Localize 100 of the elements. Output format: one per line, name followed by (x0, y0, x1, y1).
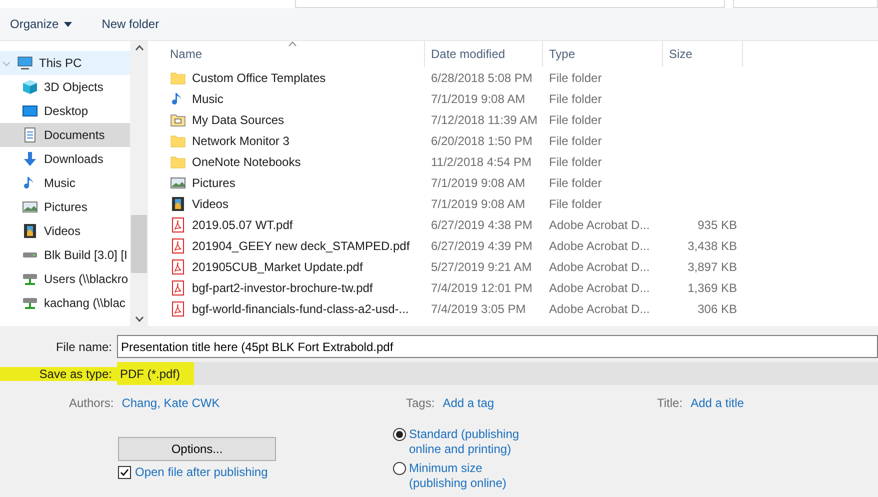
scrollbar[interactable] (130, 41, 148, 326)
type-cell-text: File folder (548, 134, 603, 148)
nav-item[interactable]: Blk Build [3.0] [I (0, 243, 130, 267)
field-label: File name: (54, 340, 113, 354)
network-drive-icon (22, 295, 38, 311)
film-icon (22, 223, 38, 239)
file-name-cell[interactable]: Pictures (160, 174, 425, 190)
meta-link[interactable]: Chang, Kate CWK (122, 396, 220, 410)
pdf-icon (170, 300, 186, 316)
computer-icon (17, 55, 33, 71)
type-cell-text: Adobe Acrobat D... (548, 280, 651, 294)
optimize-radio[interactable]: Standard (publishing online and printing) (393, 427, 520, 457)
pdf-icon (170, 238, 186, 254)
nav-item[interactable]: 3D Objects (0, 75, 130, 99)
folder-icon (170, 112, 186, 128)
nav-item[interactable]: Documents (0, 123, 130, 147)
chevron-up-icon[interactable] (134, 45, 144, 51)
cube-icon (22, 79, 38, 95)
file-name-cell[interactable]: OneNote Notebooks (160, 154, 425, 170)
date-cell-text: 7/12/2018 11:39 AM (430, 112, 539, 126)
date-cell-text: 6/27/2019 4:38 PM (430, 218, 534, 232)
nav-item[interactable]: Videos (0, 219, 130, 243)
file-name-cell[interactable]: 201904_GEEY new deck_STAMPED.pdf (160, 238, 425, 254)
caret-icon (64, 22, 72, 26)
folder-icon (170, 154, 186, 170)
folder-icon (170, 70, 186, 86)
file-name: Music (192, 92, 224, 106)
type-cell-text: Adobe Acrobat D... (548, 260, 651, 274)
picture-icon (22, 199, 38, 215)
file-name-cell[interactable]: Videos (160, 196, 425, 212)
pdf-icon (170, 280, 186, 296)
date-cell-text: 7/1/2019 9:08 AM (430, 196, 526, 210)
nav-item[interactable]: Pictures (0, 195, 130, 219)
type-cell-text: File folder (548, 70, 603, 84)
file-name: 201904_GEEY new deck_STAMPED.pdf (192, 238, 410, 252)
file-name: Network Monitor 3 (192, 134, 290, 148)
meta-label: Title: (657, 396, 683, 410)
save-as-type-dropdown[interactable]: PDF (*.pdf) (117, 362, 878, 385)
file-name-cell[interactable]: Custom Office Templates (160, 70, 425, 86)
column-header[interactable]: Size (663, 41, 743, 67)
date-cell-text: 5/27/2019 9:21 AM (430, 260, 533, 274)
date-cell-text: 6/28/2018 5:08 PM (430, 70, 534, 84)
date-cell-text: 7/1/2019 9:08 AM (430, 92, 526, 106)
column-header[interactable]: Date modified (425, 41, 543, 67)
organize-button[interactable]: Organize (10, 15, 72, 33)
meta-link[interactable]: Add a title (690, 396, 744, 410)
column-header[interactable]: Type (543, 41, 663, 67)
film-icon (170, 196, 186, 212)
size-cell-text: 3,438 KB (686, 238, 738, 252)
file-name: Videos (192, 196, 228, 210)
type-cell-text: File folder (548, 176, 603, 190)
file-name-cell[interactable]: 2019.05.07 WT.pdf (160, 216, 425, 232)
file-name-field[interactable]: Presentation title here (45pt BLK Fort Extrabold.pdf (117, 335, 878, 358)
date-cell-text: 7/4/2019 3:05 PM (430, 302, 527, 316)
checkmark-icon (120, 468, 129, 476)
pdf-icon (170, 216, 186, 232)
nav-item[interactable]: Desktop (0, 99, 130, 123)
meta-label: Tags: (406, 396, 435, 410)
nav-item[interactable]: kachang (\\blac (0, 291, 130, 315)
type-cell-text: File folder (548, 92, 603, 106)
chevron-down-icon[interactable] (134, 316, 144, 322)
date-cell-text: 6/20/2018 1:50 PM (430, 134, 534, 148)
file-name: Custom Office Templates (192, 70, 326, 84)
radio-button[interactable] (393, 428, 406, 441)
file-name: Pictures (192, 176, 236, 190)
field-label: Save as type: (0, 366, 117, 380)
meta-link[interactable]: Add a tag (442, 396, 494, 410)
size-cell-text: 3,897 KB (686, 260, 738, 274)
nav-item[interactable]: Music (0, 171, 130, 195)
date-cell-text: 11/2/2018 4:54 PM (430, 154, 533, 168)
download-icon (22, 151, 38, 167)
checkbox[interactable] (118, 466, 131, 478)
file-name-cell[interactable]: 201905CUB_Market Update.pdf (160, 258, 425, 274)
open-after-checkbox[interactable]: Open file after publishing (118, 465, 276, 479)
optimize-radio[interactable]: Minimum size (publishing online) (393, 461, 520, 491)
file-name-cell[interactable]: Network Monitor 3 (160, 132, 425, 148)
document-icon (22, 127, 38, 143)
nav-item[interactable]: Users (\\blackro (0, 267, 130, 291)
network-drive-icon (22, 271, 38, 287)
radio-button[interactable] (393, 462, 406, 475)
file-name-cell[interactable]: Music (160, 90, 425, 106)
drive-icon (22, 252, 38, 258)
column-header[interactable]: Name (160, 41, 425, 67)
new-folder-button[interactable]: New folder (102, 15, 160, 33)
folder-icon (170, 132, 186, 148)
scrollbar-thumb[interactable] (131, 214, 147, 272)
file-name-cell[interactable]: bgf-world-financials-fund-class-a2-usd-... (160, 300, 425, 316)
type-cell-text: File folder (548, 196, 603, 210)
file-name-cell[interactable]: My Data Sources (160, 112, 425, 128)
file-name: OneNote Notebooks (192, 154, 301, 168)
date-cell-text: 6/27/2019 4:39 PM (430, 238, 534, 252)
nav-item[interactable]: Downloads (0, 147, 130, 171)
type-cell-text: Adobe Acrobat D... (548, 218, 651, 232)
file-name: 2019.05.07 WT.pdf (192, 218, 293, 232)
options-button[interactable]: Options... (118, 437, 276, 461)
file-name-cell[interactable]: bgf-part2-investor-brochure-tw.pdf (160, 280, 425, 296)
nav-item[interactable]: This PC (0, 51, 130, 75)
file-name: My Data Sources (192, 112, 284, 126)
type-cell-text: File folder (548, 112, 603, 126)
dropdown-value: PDF (*.pdf) (117, 362, 194, 385)
